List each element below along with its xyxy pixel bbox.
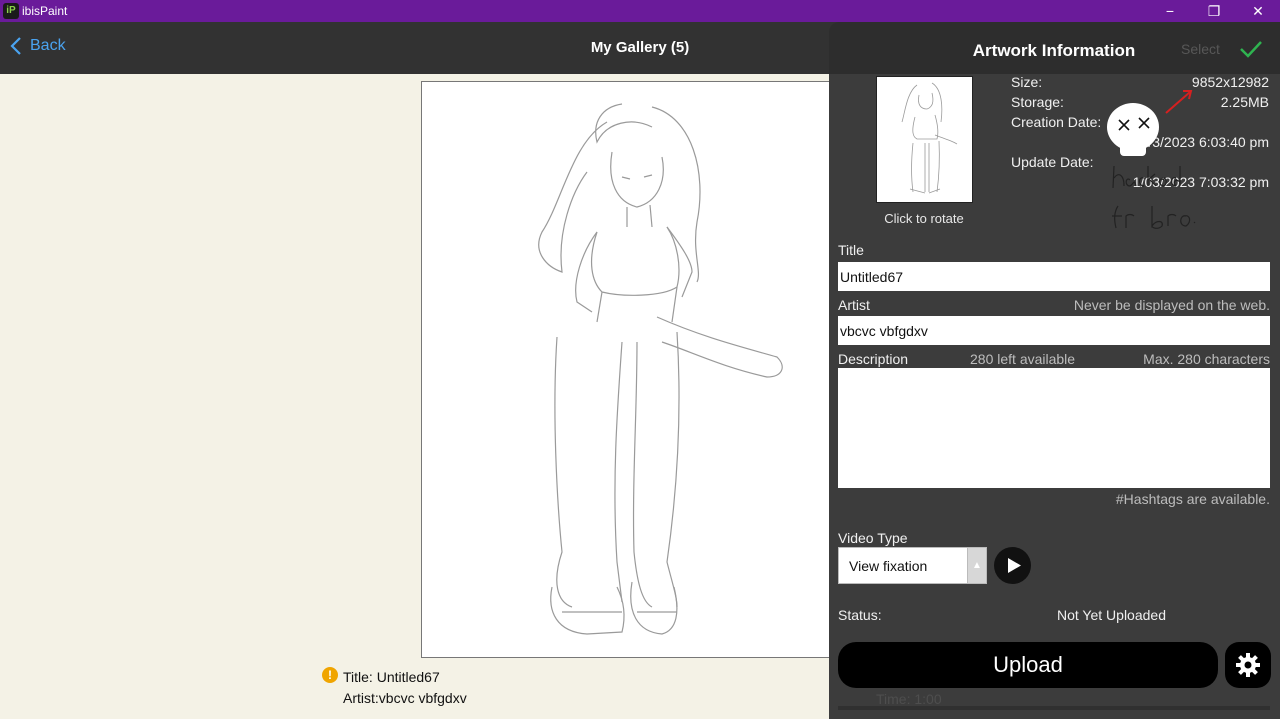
play-video-button[interactable] (994, 547, 1031, 584)
size-label: Size: (1011, 74, 1043, 90)
confirm-button[interactable] (1239, 39, 1263, 64)
description-remaining-count: 280 left available (970, 351, 1076, 367)
artist-field-label: Artist (838, 297, 870, 313)
upload-settings-button[interactable] (1225, 642, 1271, 688)
title-input[interactable] (838, 262, 1270, 291)
creation-date-label: Creation Date: (1011, 114, 1102, 130)
checkmark-icon (1240, 41, 1262, 58)
warning-icon: ! (322, 667, 338, 683)
size-value: 9852x12982 (1191, 74, 1269, 90)
back-label: Back (30, 37, 66, 54)
artwork-preview[interactable] (421, 81, 841, 658)
description-textarea[interactable] (838, 368, 1270, 488)
status-value: Not Yet Uploaded (1057, 607, 1166, 623)
artist-privacy-note: Never be displayed on the web. (1073, 297, 1270, 313)
gear-icon (1236, 653, 1260, 677)
panel-bottom-bar (838, 706, 1270, 710)
time-readout: Time: 1:00 (876, 691, 942, 707)
back-button[interactable]: Back (10, 36, 66, 56)
update-date-value: 1/03/2023 7:03:32 pm (1132, 174, 1269, 190)
artwork-info-panel: Select Artwork Information Click to rota… (829, 22, 1280, 719)
window-title: ibisPaint (22, 4, 68, 18)
dropdown-arrow-icon[interactable]: ▲ (967, 547, 987, 584)
hashtags-note: #Hashtags are available. (1115, 491, 1270, 507)
video-type-label: Video Type (838, 530, 908, 546)
panel-header: Select Artwork Information (829, 22, 1280, 74)
sketch-drawing (538, 103, 783, 635)
description-field-label: Description (838, 351, 909, 367)
creation-date-value: /3/2023 6:03:40 pm (1148, 134, 1269, 150)
page-title: My Gallery (5) (590, 39, 690, 56)
thumbnail-sketch (901, 82, 958, 194)
status-label: Status: (838, 607, 882, 623)
storage-label: Storage: (1011, 94, 1064, 110)
play-icon (1008, 558, 1021, 573)
video-type-select[interactable]: View fixation (838, 547, 968, 584)
artwork-title-line: Title: Untitled67 (343, 669, 440, 685)
app-icon: iP (3, 3, 19, 19)
rotate-hint[interactable]: Click to rotate (859, 211, 989, 226)
artist-input[interactable] (838, 316, 1270, 345)
minimize-button[interactable]: − (1148, 0, 1192, 22)
description-max-note: Max. 280 characters (1143, 351, 1270, 367)
panel-title: Artwork Information (972, 41, 1136, 60)
chevron-left-icon (10, 37, 21, 55)
update-date-label: Update Date: (1011, 154, 1094, 170)
storage-value: 2.25MB (1220, 94, 1269, 110)
upload-button[interactable]: Upload (838, 642, 1218, 688)
close-window-button[interactable]: ✕ (1236, 0, 1280, 22)
window-titlebar: iP ibisPaint − ❐ ✕ (0, 0, 1280, 22)
artwork-thumbnail[interactable] (876, 76, 973, 203)
title-field-label: Title (838, 242, 864, 258)
artwork-artist-line: Artist:vbcvc vbfgdxv (343, 690, 467, 706)
select-button[interactable]: Select (1181, 41, 1220, 57)
restore-button[interactable]: ❐ (1192, 0, 1236, 22)
